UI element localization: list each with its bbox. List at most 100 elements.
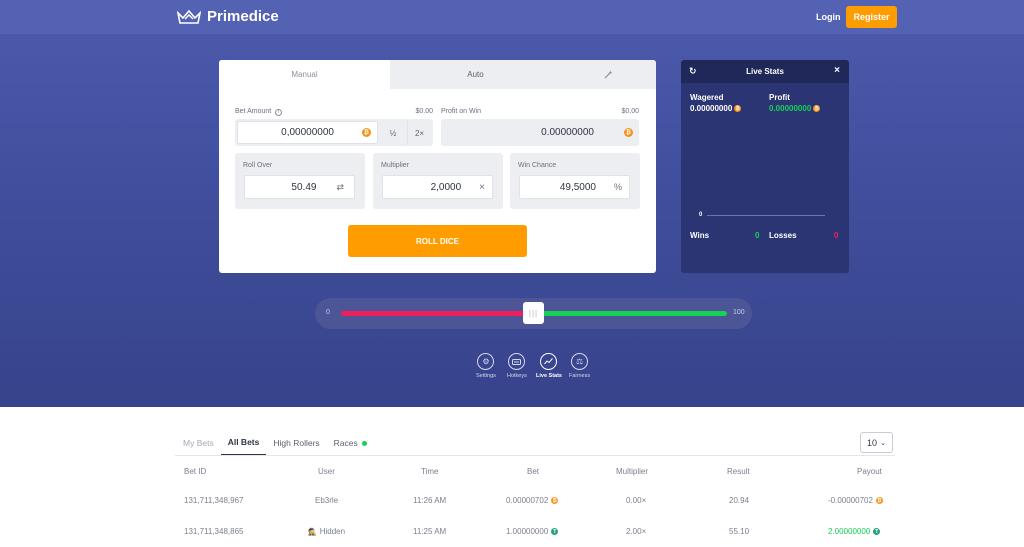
- slider-win-range: [533, 311, 727, 316]
- chart-icon: [540, 353, 558, 370]
- roll-over-box: Roll Over 50.49 ⇄: [235, 153, 365, 209]
- bitcoin-icon: ₿: [875, 497, 883, 504]
- table-divider: [175, 455, 895, 456]
- live-stats-panel: ↻ Live Stats × Wagered 0.00000000 ₿ Profi…: [681, 60, 849, 273]
- refresh-icon[interactable]: ↻: [689, 66, 697, 77]
- profit-on-win-value: 0.00000000: [541, 127, 594, 138]
- wagered-value: 0.00000000 ₿: [690, 104, 742, 113]
- bet-panel: Manual Auto Bet Amount i $0.00 0,0000000…: [219, 60, 656, 273]
- multiplier-input[interactable]: 2,0000 ×: [382, 175, 493, 199]
- win-chance-box: Win Chance 49,5000 %: [510, 153, 640, 209]
- tab-high-rollers[interactable]: High Rollers: [266, 433, 326, 455]
- live-stats-header: ↻ Live Stats ×: [681, 60, 849, 83]
- tab-manual[interactable]: Manual: [219, 60, 390, 89]
- slider-handle[interactable]: |||: [523, 302, 544, 324]
- col-result: Result: [727, 467, 750, 476]
- multiply-icon: ×: [479, 181, 485, 193]
- table-row-2-result: 55.10: [729, 527, 750, 536]
- settings-tool[interactable]: ⚙ Settings: [476, 353, 496, 379]
- fairness-tool[interactable]: ⚖ Fairness: [569, 353, 590, 379]
- losses-value: 0: [834, 231, 839, 240]
- tether-icon: T: [873, 528, 881, 535]
- keyboard-icon: [508, 353, 526, 370]
- col-payout: Payout: [857, 467, 882, 476]
- slider-max: 100: [733, 309, 745, 316]
- login-link[interactable]: Login: [816, 12, 841, 22]
- bets-tabs: My Bets All Bets High Rollers Races: [176, 432, 374, 456]
- tab-auto[interactable]: Auto: [390, 60, 561, 89]
- col-user: User: [318, 467, 335, 476]
- wagered-label: Wagered: [690, 93, 724, 102]
- bet-mode-tabs: Manual Auto: [219, 60, 656, 89]
- live-dot-icon: [361, 441, 367, 447]
- table-row-1-id[interactable]: 131,711,348,967: [184, 496, 243, 505]
- bitcoin-icon: ₿: [813, 105, 821, 112]
- magic-wand-icon[interactable]: [561, 60, 656, 89]
- close-icon[interactable]: ×: [834, 65, 840, 76]
- win-chance-label: Win Chance: [518, 162, 557, 169]
- losses-label: Losses: [769, 231, 797, 240]
- table-row-2-time: 11:25 AM: [413, 527, 447, 536]
- roll-over-label: Roll Over: [243, 162, 273, 169]
- swap-icon[interactable]: ⇄: [336, 182, 344, 193]
- live-stats-tool[interactable]: Live Stats: [536, 353, 562, 379]
- table-row-2-multiplier: 2.00×: [626, 527, 647, 536]
- table-row-1-user[interactable]: Eb3rle: [315, 496, 338, 505]
- table-row-1-multiplier: 0.00×: [626, 496, 647, 505]
- win-chance-input[interactable]: 49,5000 %: [519, 175, 630, 199]
- bitcoin-icon: ₿: [624, 128, 633, 137]
- multiplier-box: Multiplier 2,0000 ×: [373, 153, 503, 209]
- chevron-down-icon: ⌄: [880, 439, 886, 447]
- info-icon[interactable]: i: [275, 109, 283, 116]
- table-row-1-time: 11:26 AM: [413, 496, 447, 505]
- incognito-icon: 🕵: [308, 528, 317, 536]
- tab-all-bets[interactable]: All Bets: [220, 432, 267, 456]
- roll-over-input[interactable]: 50.49 ⇄: [244, 175, 355, 199]
- table-row-2-payout: 2.00000000 T: [828, 527, 881, 536]
- slider-lose-range: [341, 311, 533, 316]
- scale-icon: ⚖: [571, 353, 589, 370]
- graph-zero-label: 0: [699, 212, 703, 218]
- table-row-2-bet: 1.00000000 T: [506, 527, 559, 536]
- gear-icon: ⚙: [477, 353, 495, 370]
- live-stats-title: Live Stats: [746, 67, 784, 76]
- top-navbar: Primedice Login Register: [0, 0, 1024, 34]
- bet-amount-field: 0,00000000 ₿ ½ 2×: [235, 119, 433, 146]
- col-time: Time: [421, 467, 439, 476]
- roll-dice-button[interactable]: ROLL DICE: [348, 225, 527, 257]
- brand-name: Primedice: [207, 8, 279, 25]
- tab-my-bets[interactable]: My Bets: [176, 433, 221, 455]
- profit-label: Profit: [769, 93, 790, 102]
- half-bet-button[interactable]: ½: [381, 121, 405, 145]
- profit-on-win-fiat: $0,00: [621, 108, 639, 115]
- percent-icon: %: [613, 182, 622, 192]
- profit-value: 0.00000000 ₿: [769, 104, 821, 113]
- slider-min: 0: [326, 309, 330, 316]
- table-row-2-user[interactable]: 🕵 Hidden: [308, 527, 345, 536]
- wins-label: Wins: [690, 231, 710, 240]
- bitcoin-icon: ₿: [734, 105, 742, 112]
- table-row-2-id[interactable]: 131,711,348,865: [184, 527, 243, 536]
- hotkeys-tool[interactable]: Hotkeys: [507, 353, 527, 379]
- dice-slider: 0 ||| 100: [315, 298, 752, 329]
- register-button[interactable]: Register: [846, 6, 897, 28]
- crown-icon: [177, 9, 201, 24]
- table-row-1-bet: 0.00000702 ₿: [506, 496, 559, 505]
- bet-amount-input[interactable]: 0,00000000 ₿: [237, 121, 378, 144]
- col-bet: Bet: [527, 467, 540, 476]
- wins-value: 0: [755, 231, 760, 240]
- bet-amount-fiat: $0.00: [415, 108, 433, 115]
- bitcoin-icon: ₿: [551, 497, 559, 504]
- table-row-1-result: 20.94: [729, 496, 750, 505]
- bitcoin-icon: ₿: [362, 128, 371, 137]
- page-size-select[interactable]: 10 ⌄: [860, 432, 893, 453]
- profit-graph-line: [707, 215, 825, 216]
- col-bet-id: Bet ID: [184, 467, 207, 476]
- table-row-1-payout: -0.00000702 ₿: [828, 496, 883, 505]
- tab-races[interactable]: Races: [327, 433, 374, 455]
- bet-amount-label: Bet Amount i: [235, 108, 283, 116]
- double-bet-button[interactable]: 2×: [407, 121, 431, 145]
- profit-on-win-field: 0.00000000 ₿: [441, 119, 639, 146]
- brand-logo[interactable]: Primedice: [177, 8, 279, 25]
- col-multiplier: Multiplier: [616, 467, 649, 476]
